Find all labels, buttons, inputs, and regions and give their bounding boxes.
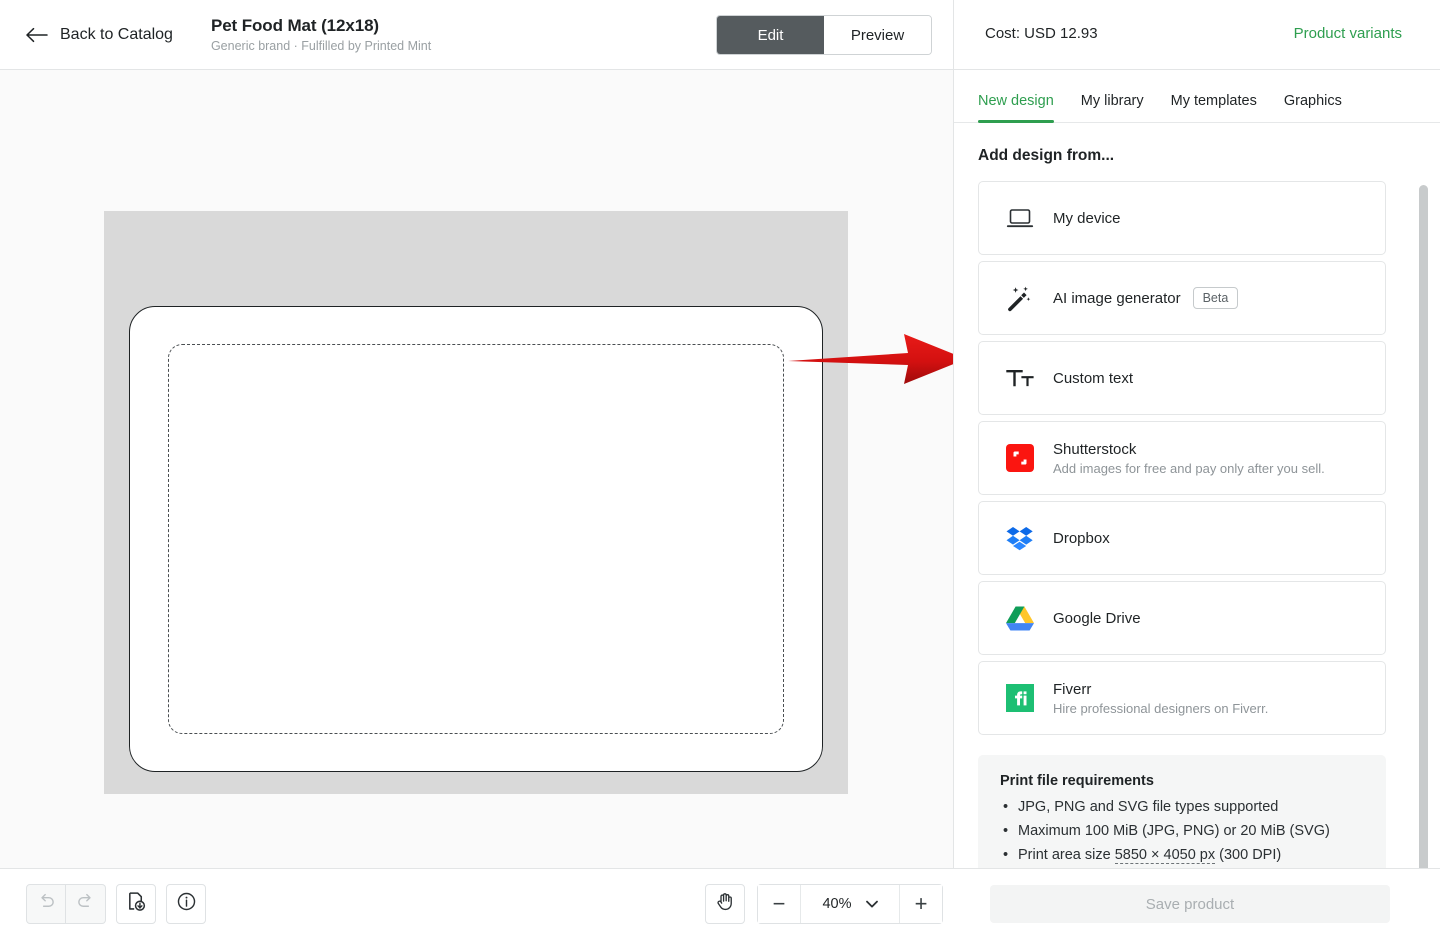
pet-food-mat-surface[interactable] xyxy=(129,306,823,772)
zoom-level-select[interactable]: 40% xyxy=(801,885,899,923)
mode-switch: Edit Preview xyxy=(716,15,932,55)
source-label: Google Drive xyxy=(1053,609,1141,627)
file-download-icon xyxy=(126,891,147,917)
requirements-list: JPG, PNG and SVG file types supported Ma… xyxy=(1000,795,1364,867)
source-custom-text[interactable]: Custom text xyxy=(978,341,1386,415)
tab-my-templates[interactable]: My templates xyxy=(1171,93,1257,122)
undo-icon xyxy=(37,892,56,916)
source-shutterstock[interactable]: Shutterstock Add images for free and pay… xyxy=(978,421,1386,495)
tab-graphics[interactable]: Graphics xyxy=(1284,93,1342,122)
print-file-requirements: Print file requirements JPG, PNG and SVG… xyxy=(978,755,1386,868)
google-drive-icon xyxy=(1003,601,1037,635)
history-buttons xyxy=(26,883,106,924)
source-label: My device xyxy=(1053,209,1121,227)
dropbox-icon xyxy=(1003,521,1037,555)
design-sources-panel: New design My library My templates Graph… xyxy=(953,70,1440,875)
product-title-block: Pet Food Mat (12x18) Generic brand · Ful… xyxy=(211,16,431,53)
zoom-level-box: − 40% + xyxy=(757,884,943,924)
requirements-title: Print file requirements xyxy=(1000,773,1154,789)
tab-edit[interactable]: Edit xyxy=(717,16,824,54)
cost-label: Cost: USD 12.93 xyxy=(985,25,1098,42)
download-design-button[interactable] xyxy=(116,883,156,924)
arrow-left-icon xyxy=(26,27,48,43)
header-divider xyxy=(953,0,954,70)
source-label: Custom text xyxy=(1053,369,1134,387)
print-area-size-value: 5850 × 4050 px xyxy=(1114,847,1216,864)
source-fiverr[interactable]: Fiverr Hire professional designers on Fi… xyxy=(978,661,1386,735)
product-variants-link[interactable]: Product variants xyxy=(1294,25,1402,42)
panel-footer: Save product xyxy=(953,868,1440,938)
requirement-item: Print area size 5850 × 4050 px (300 DPI) xyxy=(1000,843,1364,867)
minus-icon: − xyxy=(772,891,786,916)
save-product-button[interactable]: Save product xyxy=(990,885,1390,923)
source-google-drive[interactable]: Google Drive xyxy=(978,581,1386,655)
tab-my-library[interactable]: My library xyxy=(1081,93,1144,122)
scrollbar-thumb[interactable] xyxy=(1419,185,1428,875)
print-area-boundary xyxy=(168,344,784,734)
source-description: Hire professional designers on Fiverr. xyxy=(1053,700,1269,716)
source-my-device[interactable]: My device xyxy=(978,181,1386,255)
redo-button[interactable] xyxy=(66,883,106,924)
page-title: Pet Food Mat (12x18) xyxy=(210,16,379,35)
hand-pan-icon xyxy=(715,891,736,917)
magic-wand-icon xyxy=(1003,281,1037,315)
panel-tabs: New design My library My templates Graph… xyxy=(954,70,1440,123)
source-ai-image-generator[interactable]: AI image generator Beta xyxy=(978,261,1386,335)
laptop-icon xyxy=(1003,201,1037,235)
back-to-catalog-link[interactable]: Back to Catalog xyxy=(26,26,173,44)
undo-button[interactable] xyxy=(26,883,66,924)
redo-icon xyxy=(76,892,95,916)
source-label: Fiverr xyxy=(1053,680,1092,698)
zoom-controls: − 40% + xyxy=(705,884,943,924)
zoom-in-button[interactable]: + xyxy=(899,885,942,923)
section-title: Add design from... xyxy=(978,147,1115,164)
text-size-icon xyxy=(1003,361,1037,395)
source-label: Shutterstock xyxy=(1053,440,1137,458)
canvas-toolbar: − 40% + xyxy=(0,868,953,938)
info-circle-icon xyxy=(176,891,197,917)
source-dropbox[interactable]: Dropbox xyxy=(978,501,1386,575)
panel-scrollbar[interactable] xyxy=(1419,130,1428,875)
source-description: Add images for free and pay only after y… xyxy=(1053,460,1325,476)
shutterstock-icon xyxy=(1003,441,1037,475)
top-header: Back to Catalog Pet Food Mat (12x18) Gen… xyxy=(0,0,1440,70)
pan-tool-button[interactable] xyxy=(705,884,745,924)
requirement-item: JPG, PNG and SVG file types supported xyxy=(1000,795,1364,819)
product-editor-page: Back to Catalog Pet Food Mat (12x18) Gen… xyxy=(0,0,1440,938)
panel-scroll-region[interactable]: Add design from... My device AI image ge… xyxy=(954,123,1440,868)
beta-badge: Beta xyxy=(1192,287,1239,309)
requirement-item: Maximum 100 MiB (JPG, PNG) or 20 MiB (SV… xyxy=(1000,819,1364,843)
zoom-out-button[interactable]: − xyxy=(758,885,801,923)
design-canvas[interactable] xyxy=(0,70,953,868)
fiverr-icon xyxy=(1003,681,1037,715)
chevron-down-icon xyxy=(865,896,878,912)
back-to-catalog-label: Back to Catalog xyxy=(60,25,173,43)
product-mockup-frame xyxy=(104,211,848,794)
product-subtitle: Generic brand · Fulfilled by Printed Min… xyxy=(210,39,432,53)
tab-new-design[interactable]: New design xyxy=(978,93,1054,123)
plus-icon: + xyxy=(914,891,928,916)
zoom-level-value: 40% xyxy=(822,896,852,912)
tab-preview[interactable]: Preview xyxy=(824,16,931,54)
source-label: Dropbox xyxy=(1053,529,1110,547)
source-label: AI image generator xyxy=(1053,289,1181,307)
info-button[interactable] xyxy=(166,883,206,924)
